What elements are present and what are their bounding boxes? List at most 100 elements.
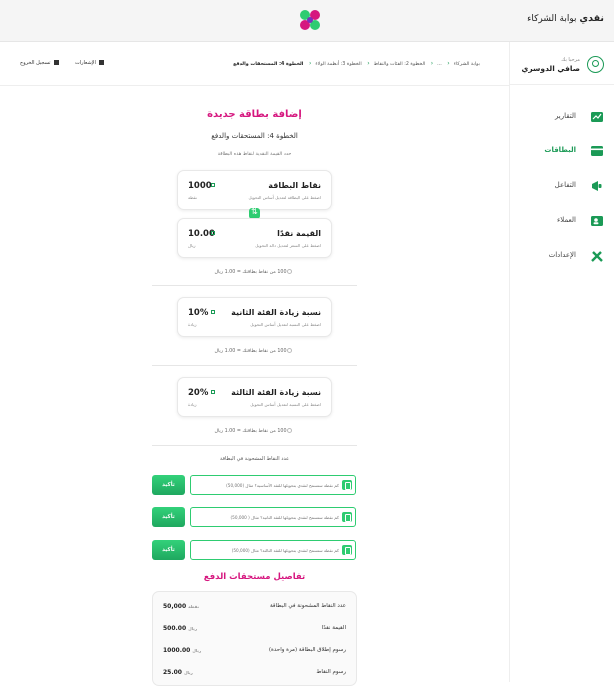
payment-row-label: رسوم النقاط bbox=[316, 669, 346, 675]
breadcrumb-current: الخطوة 4: المستحقات والدفع bbox=[233, 62, 304, 67]
second-tier-points-field[interactable] bbox=[190, 507, 356, 527]
card-title: نسبة زيادة الفئة الثالثة bbox=[231, 388, 321, 397]
payment-row-label: رسوم إطلاق البطاقة (مرة واحدة) bbox=[268, 647, 346, 653]
divider bbox=[152, 445, 357, 446]
sidebar: مرحبا بك صافي الدوسري التقارير البطاقات … bbox=[509, 42, 614, 682]
divider bbox=[152, 285, 357, 286]
tier3-card[interactable]: نسبة زيادة الفئة الثالثة اضغط على النسبة… bbox=[177, 377, 332, 417]
tier2-card[interactable]: نسبة زيادة الفئة الثانية اضغط على النسبة… bbox=[177, 297, 332, 337]
user-greeting: مرحبا بك bbox=[561, 57, 580, 63]
payment-row-value: ريال 500.00 bbox=[163, 625, 199, 632]
info-icon bbox=[286, 269, 292, 274]
card-unit: نقطة bbox=[188, 195, 197, 200]
payment-row-unit: ريال bbox=[188, 626, 198, 631]
divider bbox=[152, 365, 357, 366]
card-title: القيمة نقدًا bbox=[277, 229, 321, 238]
confirm-second-tier-button[interactable]: تأكيد bbox=[152, 507, 185, 527]
breadcrumb-item[interactable]: بوابة الشركاء bbox=[454, 62, 480, 67]
breadcrumb-item[interactable]: ... bbox=[437, 62, 442, 67]
wallet-icon bbox=[342, 480, 352, 490]
payment-row-label: القيمة نقدًا bbox=[321, 625, 346, 631]
edit-icon[interactable] bbox=[211, 390, 215, 394]
brand: نقدي بوابة الشركاء bbox=[527, 13, 604, 24]
sidebar-item-label: التقارير bbox=[554, 112, 576, 120]
payment-details-title: تفاصيل مستحقات الدفع bbox=[203, 572, 306, 582]
payment-row-value: ريال 1000.00 bbox=[163, 647, 203, 654]
page-title: إضافة بطاقة جديدة bbox=[207, 109, 302, 120]
third-tier-points-field[interactable] bbox=[190, 540, 356, 560]
charged-points-label: عدد النقاط المشحونة في البطاقة bbox=[219, 456, 290, 462]
payment-details-card: عدد النقاط المشحونة في البطاقة نقطة 50,0… bbox=[152, 591, 357, 686]
portal-name: بوابة الشركاء bbox=[527, 14, 577, 24]
conversion-equation: 100 من نقاط بطاقتك = 1.00 ريال bbox=[152, 348, 357, 354]
top-bar: نقدي بوابة الشركاء bbox=[0, 0, 614, 42]
equation-text: 100 من نقاط بطاقتك = 1.00 ريال bbox=[214, 349, 287, 354]
payment-row-amount: 1000.00 bbox=[163, 647, 191, 654]
card-title: نقاط البطاقة bbox=[268, 181, 321, 190]
sidebar-item-settings[interactable]: الإعدادات bbox=[520, 249, 604, 265]
sidebar-item-label: العملاء bbox=[557, 216, 576, 224]
points-card[interactable]: نقاط البطاقة اضغط على البطاقة لتعديل أسا… bbox=[177, 170, 332, 210]
card-value[interactable]: 20% bbox=[188, 388, 208, 398]
sidebar-item-engagement[interactable]: التفاعل bbox=[520, 179, 604, 195]
notifications-label: الإشعارات bbox=[75, 60, 96, 66]
sidebar-item-label: البطاقات bbox=[544, 146, 576, 154]
confirm-third-tier-button[interactable]: تأكيد bbox=[152, 540, 185, 560]
breadcrumb-item[interactable]: الخطوة 2: الفئات والنقاط bbox=[374, 62, 426, 67]
logout-label: تسجيل الخروج bbox=[20, 60, 51, 66]
notifications-button[interactable]: الإشعارات bbox=[75, 60, 104, 66]
card-unit: ريال bbox=[188, 243, 196, 248]
step-hint: حدد القيمة النقدية لنقاط هذه البطاقة bbox=[217, 152, 292, 157]
wallet-icon bbox=[342, 512, 352, 522]
customers-icon bbox=[591, 216, 603, 226]
payment-row: القيمة نقدًا ريال 500.00 bbox=[163, 625, 346, 637]
payment-row: عدد النقاط المشحونة في البطاقة نقطة 50,0… bbox=[163, 603, 346, 615]
payment-row-value: ريال 25.00 bbox=[163, 669, 195, 676]
conversion-equation: 100 من نقاط بطاقتك = 1.00 ريال bbox=[152, 428, 357, 434]
logout-button[interactable]: تسجيل الخروج bbox=[20, 60, 59, 66]
logout-icon bbox=[53, 60, 59, 65]
edit-icon[interactable] bbox=[211, 310, 215, 314]
payment-row: رسوم إطلاق البطاقة (مرة واحدة) ريال 1000… bbox=[163, 647, 346, 659]
payment-row-label: عدد النقاط المشحونة في البطاقة bbox=[269, 603, 346, 609]
card-description: اضغط على النسبة لتعديل أساس التحويل bbox=[250, 322, 321, 327]
tools-icon bbox=[591, 251, 603, 262]
equation-text: 100 من نقاط بطاقتك = 1.00 ريال bbox=[214, 429, 287, 434]
user-name: صافي الدوسري bbox=[521, 64, 580, 73]
wallet-icon bbox=[342, 545, 352, 555]
bell-icon bbox=[98, 60, 104, 65]
base-tier-points-input[interactable] bbox=[194, 479, 339, 491]
base-tier-points-field[interactable] bbox=[190, 475, 356, 495]
card-title: نسبة زيادة الفئة الثانية bbox=[231, 308, 321, 317]
card-value[interactable]: 1000 bbox=[188, 181, 212, 191]
sidebar-item-customers[interactable]: العملاء bbox=[520, 214, 604, 230]
card-unit: زيادة bbox=[188, 402, 197, 407]
chevron-left-icon: ‹ bbox=[367, 60, 370, 67]
cash-card[interactable]: القيمة نقدًا اضغط على السعر لتعديل دالة … bbox=[177, 218, 332, 258]
edit-icon[interactable] bbox=[211, 231, 215, 235]
second-tier-points-input[interactable] bbox=[194, 511, 339, 523]
breadcrumb-bar: بوابة الشركاء ‹ ... ‹ الخطوة 2: الفئات وال… bbox=[0, 42, 509, 86]
payment-row: رسوم النقاط ريال 25.00 bbox=[163, 669, 346, 681]
sidebar-item-label: الإعدادات bbox=[548, 251, 576, 259]
edit-icon[interactable] bbox=[211, 183, 215, 187]
payment-row-amount: 500.00 bbox=[163, 625, 187, 632]
card-unit: زيادة bbox=[188, 322, 197, 327]
card-description: اضغط على النسبة لتعديل أساس التحويل bbox=[250, 402, 321, 407]
sidebar-item-cards[interactable]: البطاقات bbox=[520, 144, 604, 160]
app-title: نقدي bbox=[579, 13, 604, 24]
equation-text: 100 من نقاط بطاقتك = 1.00 ريال bbox=[214, 270, 287, 275]
naqdi-logo-icon bbox=[300, 10, 320, 30]
third-tier-points-input[interactable] bbox=[194, 544, 339, 556]
card-description: اضغط على البطاقة لتعديل أساس التحويل bbox=[248, 195, 321, 200]
chevron-left-icon: ‹ bbox=[308, 60, 312, 67]
megaphone-icon bbox=[592, 181, 602, 191]
user-profile[interactable]: مرحبا بك صافي الدوسري bbox=[509, 56, 604, 78]
confirm-base-tier-button[interactable]: تأكيد bbox=[152, 475, 185, 495]
breadcrumb-item[interactable]: الخطوة 3: أنظمة الولاء bbox=[315, 62, 361, 67]
payment-row-unit: ريال bbox=[184, 670, 193, 675]
card-value[interactable]: 10% bbox=[188, 308, 208, 318]
sidebar-item-label: التفاعل bbox=[554, 181, 576, 189]
sidebar-item-reports[interactable]: التقارير bbox=[520, 110, 604, 126]
payment-row-amount: 50,000 bbox=[163, 603, 187, 610]
